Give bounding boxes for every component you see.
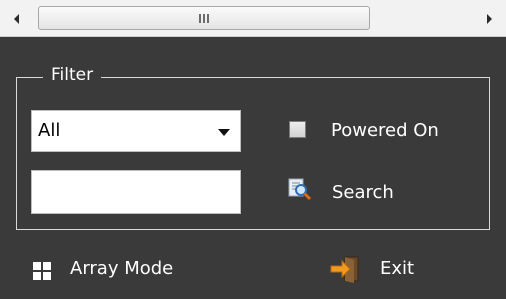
exit-button[interactable]: Exit (330, 252, 440, 286)
chevron-down-icon (218, 129, 230, 136)
filter-select-value: All (38, 120, 61, 141)
scroll-right-button[interactable] (472, 0, 506, 37)
search-icon (288, 178, 312, 201)
search-input[interactable] (31, 170, 241, 214)
array-mode-button[interactable]: Array Mode (30, 255, 220, 285)
exit-door-icon (330, 256, 359, 283)
search-label: Search (332, 182, 394, 203)
array-mode-label: Array Mode (70, 258, 174, 279)
filter-select[interactable]: All (31, 110, 241, 152)
powered-on-label: Powered On (331, 120, 439, 141)
arrow-left-icon (14, 13, 19, 24)
search-button[interactable]: Search (286, 174, 426, 210)
exit-label: Exit (380, 258, 415, 279)
scroll-left-button[interactable] (0, 0, 34, 37)
powered-on-checkbox[interactable] (289, 121, 306, 138)
scrollbar-thumb[interactable] (38, 6, 370, 30)
grid-icon (33, 262, 51, 280)
filter-legend: Filter (43, 63, 102, 87)
grip-icon (199, 13, 209, 23)
arrow-right-icon (487, 13, 492, 24)
horizontal-scrollbar[interactable] (0, 0, 506, 37)
